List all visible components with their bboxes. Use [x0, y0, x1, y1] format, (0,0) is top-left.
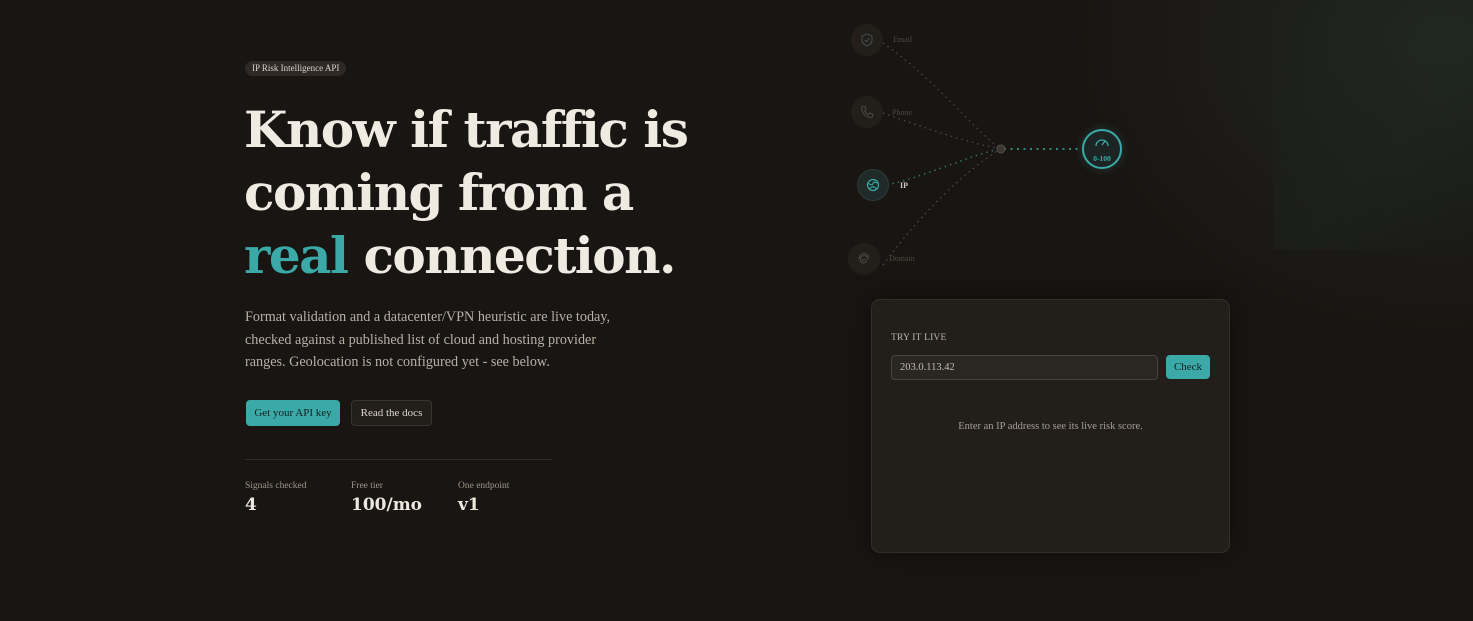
- stat-label: Free tier: [351, 481, 383, 491]
- stat-label: One endpoint: [458, 481, 510, 491]
- headline-tail: connection.: [347, 226, 676, 285]
- stat-value: 4: [245, 495, 257, 515]
- check-button[interactable]: Check: [1166, 355, 1210, 379]
- connector-phone: [882, 112, 1001, 150]
- page: IP Risk Intelligence API Know if traffic…: [0, 0, 1473, 621]
- fingerprint-icon: [858, 252, 870, 265]
- node-ip: [857, 169, 889, 201]
- ip-address-input[interactable]: [891, 355, 1158, 380]
- headline-line-2: coming from a: [244, 163, 634, 222]
- node-phone: [851, 96, 883, 128]
- read-docs-button[interactable]: Read the docs: [351, 400, 432, 426]
- phone-icon: [860, 105, 874, 119]
- stat-signals: Signals checked 4: [245, 480, 306, 515]
- node-email: [851, 24, 883, 56]
- headline-line-1: Know if traffic is: [244, 100, 689, 159]
- hero-headline: Know if traffic is coming from a real co…: [244, 98, 764, 287]
- node-label-domain: Domain: [889, 254, 915, 263]
- try-it-live-panel: TRY IT LIVE Check Enter an IP address to…: [871, 299, 1230, 553]
- signal-diagram: Email Phone IP Domain 0-100: [840, 15, 1140, 285]
- gauge-icon: [1095, 139, 1109, 147]
- connector-domain: [882, 148, 1001, 266]
- globe-icon: [866, 178, 880, 192]
- stat-value: v1: [458, 495, 480, 515]
- headline-accent: real: [244, 226, 349, 285]
- score-range-label: 0-100: [1093, 154, 1111, 163]
- product-badge: IP Risk Intelligence API: [245, 61, 347, 76]
- stat-value: 100/mo: [351, 495, 423, 515]
- hub-node: [996, 144, 1006, 154]
- shield-icon: [861, 33, 873, 47]
- node-domain: [848, 243, 880, 275]
- get-api-key-button[interactable]: Get your API key: [246, 400, 340, 426]
- hero-description: Format validation and a datacenter/VPN h…: [245, 309, 611, 370]
- stat-endpoint: One endpoint v1: [458, 480, 509, 515]
- panel-title: TRY IT LIVE: [891, 333, 947, 343]
- corner-glow: [1273, 0, 1473, 250]
- stat-free-tier: Free tier 100/mo: [351, 480, 422, 515]
- stat-label: Signals checked: [245, 481, 307, 491]
- node-label-email: Email: [893, 35, 913, 44]
- panel-hint: Enter an IP address to see its live risk…: [958, 421, 1143, 432]
- risk-score-node: 0-100: [1082, 129, 1122, 169]
- stats-divider: [245, 459, 552, 460]
- node-label-phone: Phone: [892, 108, 912, 117]
- node-label-ip: IP: [900, 181, 908, 190]
- connector-ip: [886, 148, 1001, 186]
